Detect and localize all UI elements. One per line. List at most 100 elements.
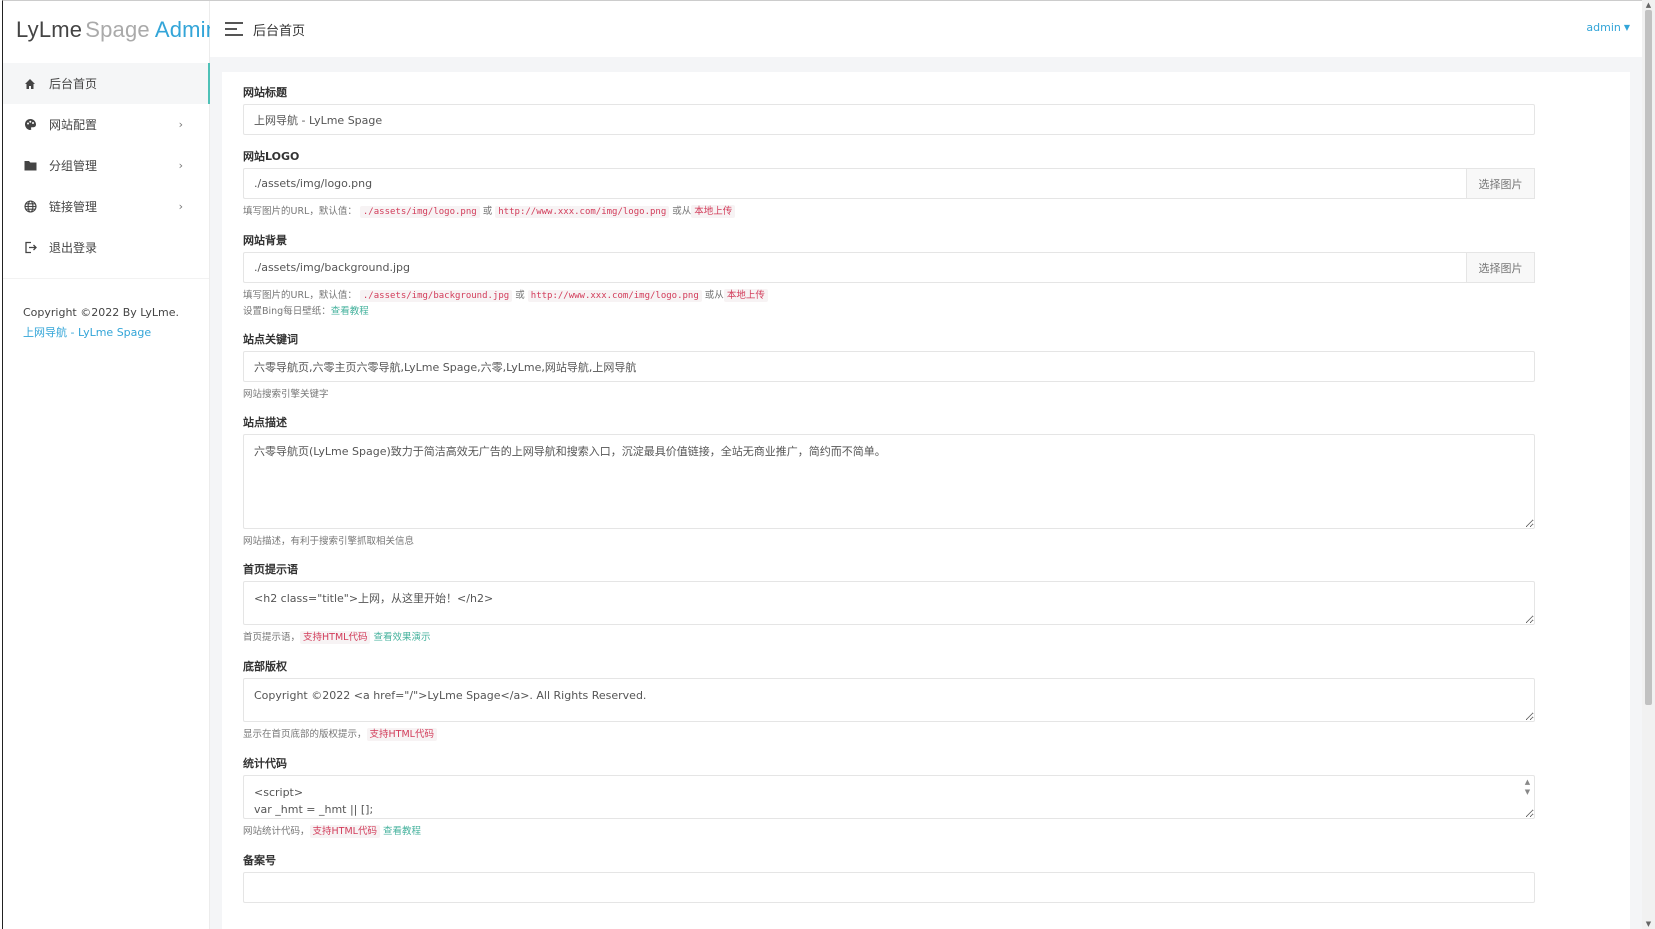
field-copyright: 底部版权 Copyright ©2022 <a href="/">LyLme S… (243, 658, 1535, 755)
sidebar-item-group-manage[interactable]: 分组管理 › (3, 145, 209, 186)
local-upload-link[interactable]: 本地上传 (723, 289, 768, 302)
field-label: 首页提示语 (243, 563, 298, 576)
help-text: 设置Bing每日壁纸： (243, 306, 331, 317)
sidebar-nav: 后台首页 网站配置 › 分组管理 › 链接管理 › 退出登录 (3, 63, 210, 279)
home-icon (23, 77, 37, 91)
field-label: 网站LOGO (243, 150, 300, 163)
local-upload-link[interactable]: 本地上传 (691, 205, 736, 218)
example-url-code: http://www.xxx.com/img/logo.png (495, 206, 670, 218)
scroll-thumb[interactable] (1645, 10, 1652, 705)
user-name: admin (1586, 21, 1621, 34)
background-help-text: 填写图片的URL，默认值： ./assets/img/background.jp… (243, 288, 1535, 319)
sidebar-item-label: 退出登录 (49, 241, 98, 255)
description-help-text: 网站描述，有利于搜索引擎抓取相关信息 (243, 536, 415, 547)
copyright-help-text: 显示在首页底部的版权提示， 支持HTML代码 (243, 727, 1535, 742)
field-keywords: 站点关键词 网站搜索引擎关键字 (243, 331, 1535, 414)
field-label: 备案号 (243, 854, 276, 867)
globe-icon (23, 200, 37, 214)
topbar: 后台首页 admin ▼ (210, 1, 1642, 58)
field-label: 底部版权 (243, 660, 287, 673)
field-label: 网站背景 (243, 234, 287, 247)
sidebar-item-label: 网站配置 (49, 118, 98, 132)
field-icp: 备案号 (243, 852, 1535, 903)
logo-url-input[interactable] (243, 168, 1466, 199)
home-tip-help-text: 首页提示语， 支持HTML代码 查看效果演示 (243, 630, 1535, 645)
page-title: 后台首页 (253, 23, 306, 39)
sidebar-item-label: 链接管理 (49, 200, 98, 214)
logo-input-group: 选择图片 (243, 168, 1535, 199)
scroll-down-icon[interactable]: ▼ (1644, 920, 1653, 928)
folder-icon (23, 159, 37, 173)
site-home-link[interactable]: 上网导航 - LyLme Spage (23, 323, 209, 343)
stats-textarea-wrap: <script> var _hmt = _hmt || []; ▲ ▼ (243, 775, 1535, 819)
select-image-button[interactable]: 选择图片 (1466, 168, 1535, 199)
user-menu[interactable]: admin ▼ (1586, 21, 1630, 34)
home-tip-textarea[interactable]: <h2 class="title">上网，从这里开始！</h2> (243, 581, 1535, 625)
background-input-group: 选择图片 (243, 252, 1535, 283)
field-home-tip: 首页提示语 <h2 class="title">上网，从这里开始！</h2> 首… (243, 561, 1535, 658)
sidebar-item-label: 后台首页 (49, 77, 98, 91)
keywords-help-text: 网站搜索引擎关键字 (243, 389, 329, 400)
copyright-text: Copyright ©2022 By LyLme. (23, 306, 180, 319)
sidebar-item-logout[interactable]: 退出登录 (3, 227, 209, 268)
copyright-textarea[interactable]: Copyright ©2022 <a href="/">LyLme Spage<… (243, 678, 1535, 722)
sidebar-footer: Copyright ©2022 By LyLme. 上网导航 - LyLme S… (3, 279, 209, 343)
keywords-input[interactable] (243, 351, 1535, 382)
sidebar-item-link-manage[interactable]: 链接管理 › (3, 186, 209, 227)
demo-link[interactable]: 查看效果演示 (373, 632, 430, 643)
help-text: 或从 (704, 290, 724, 301)
field-label: 统计代码 (243, 757, 287, 770)
chevron-right-icon: › (178, 158, 183, 172)
help-text: 显示在首页底部的版权提示， (243, 729, 367, 740)
field-site-title: 网站标题 (243, 84, 1535, 148)
brand-logo[interactable]: LyLme Spage Admin (3, 1, 218, 59)
help-text: 首页提示语， (243, 632, 301, 643)
scroll-up-icon[interactable]: ▲ (1644, 1, 1653, 9)
field-label: 站点关键词 (243, 333, 298, 346)
help-text: 填写图片的URL，默认值： (243, 206, 357, 217)
help-text: 或从 (672, 206, 692, 217)
field-label: 网站标题 (243, 86, 287, 99)
help-text: 网站统计代码， (243, 826, 310, 837)
textarea-scroll-arrows[interactable]: ▲ ▼ (1522, 777, 1533, 797)
chevron-right-icon: › (178, 117, 183, 131)
brand-name-secondary: Spage (85, 17, 150, 42)
brand-name: LyLme (16, 17, 83, 42)
field-site-background: 网站背景 选择图片 填写图片的URL，默认值： ./assets/img/bac… (243, 232, 1535, 331)
help-text: 或 (515, 290, 525, 301)
field-description: 站点描述 六零导航页(LyLme Spage)致力于简洁高效无广告的上网导航和搜… (243, 414, 1535, 561)
logo-help-text: 填写图片的URL，默认值： ./assets/img/logo.png 或 ht… (243, 204, 1535, 220)
menu-toggle-icon[interactable] (225, 22, 243, 36)
help-text: 填写图片的URL，默认值： (243, 290, 357, 301)
example-url-code: http://www.xxx.com/img/logo.png (527, 290, 702, 302)
select-image-button[interactable]: 选择图片 (1466, 252, 1535, 283)
sidebar-item-home[interactable]: 后台首页 (3, 63, 210, 104)
field-label: 站点描述 (243, 416, 287, 429)
page-scrollbar[interactable]: ▲ ▼ (1642, 0, 1655, 929)
chevron-right-icon: › (178, 199, 183, 213)
settings-card: 网站标题 网站LOGO 选择图片 填写图片的URL，默认值： ./assets/… (222, 72, 1630, 929)
stats-tutorial-link[interactable]: 查看教程 (383, 826, 421, 837)
stats-code-textarea[interactable]: <script> var _hmt = _hmt || []; (243, 775, 1535, 819)
background-url-input[interactable] (243, 252, 1466, 283)
sidebar-item-label: 分组管理 (49, 159, 98, 173)
stats-help-text: 网站统计代码， 支持HTML代码 查看教程 (243, 824, 1535, 839)
description-textarea[interactable]: 六零导航页(LyLme Spage)致力于简洁高效无广告的上网导航和搜索入口，沉… (243, 434, 1535, 529)
html-support-tag: 支持HTML代码 (300, 631, 371, 644)
default-path-code: ./assets/img/background.jpg (359, 290, 513, 302)
help-text: 或 (482, 206, 493, 217)
html-support-tag: 支持HTML代码 (366, 728, 437, 741)
icp-input[interactable] (243, 872, 1535, 903)
html-support-tag: 支持HTML代码 (309, 825, 380, 838)
logout-icon (23, 241, 37, 255)
field-site-logo: 网站LOGO 选择图片 填写图片的URL，默认值： ./assets/img/l… (243, 148, 1535, 232)
sidebar-item-site-config[interactable]: 网站配置 › (3, 104, 209, 145)
site-title-input[interactable] (243, 104, 1535, 135)
brand-name-admin: Admin (154, 17, 219, 42)
default-path-code: ./assets/img/logo.png (359, 206, 480, 218)
field-stats-code: 统计代码 <script> var _hmt = _hmt || []; ▲ ▼ … (243, 755, 1535, 852)
palette-icon (23, 118, 37, 132)
sidebar: LyLme Spage Admin 后台首页 网站配置 › 分组管理 › 链接管… (3, 1, 218, 929)
bing-tutorial-link[interactable]: 查看教程 (331, 306, 369, 317)
caret-down-icon: ▼ (1623, 23, 1630, 32)
